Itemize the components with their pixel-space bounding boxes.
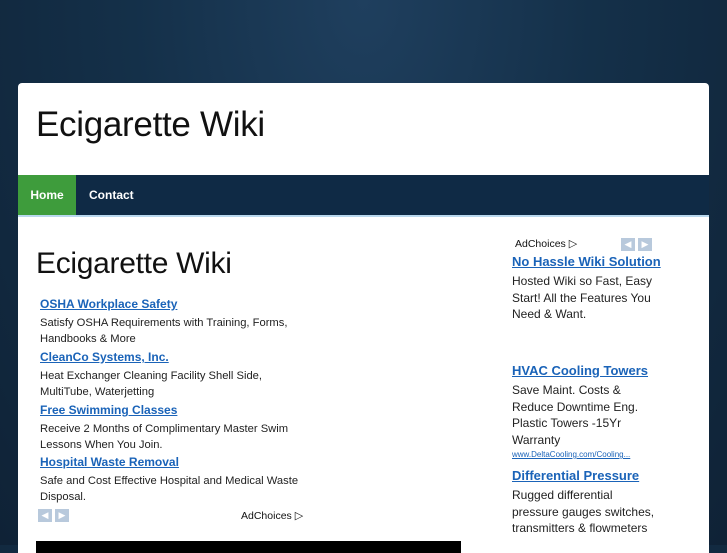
page-card: Ecigarette Wiki Home Contact Ecigarette …: [18, 83, 709, 553]
sidebar-ad-2-desc: Save Maint. Costs & Reduce Downtime Eng.…: [512, 383, 639, 447]
sidebar-adchoices[interactable]: AdChoices ▷: [515, 237, 578, 251]
sidebar-ad-3-desc: Rugged differential pressure gauges swit…: [512, 488, 655, 535]
main-ad-2: CleanCo Systems, Inc. Heat Exchanger Cle…: [40, 350, 310, 400]
main-ad-3-desc: Receive 2 Months of Complimentary Master…: [40, 423, 289, 451]
chevron-right-icon[interactable]: ▶: [55, 509, 69, 522]
chevron-left-icon[interactable]: ◀: [621, 238, 635, 251]
main-ad-4-link[interactable]: Hospital Waste Removal: [40, 455, 310, 470]
sidebar-ad-2-link[interactable]: HVAC Cooling Towers: [512, 362, 662, 380]
adchoices-triangle-icon: ▷: [294, 510, 304, 522]
main-ad-4: Hospital Waste Removal Safe and Cost Eff…: [40, 455, 310, 505]
sidebar-ad-1-link[interactable]: No Hassle Wiki Solution: [512, 253, 662, 271]
chevron-right-icon[interactable]: ▶: [638, 238, 652, 251]
site-title[interactable]: Ecigarette Wiki: [36, 105, 265, 145]
sidebar-ad-3: Differential Pressure Rugged differentia…: [512, 467, 662, 537]
sidebar-ad-1: No Hassle Wiki Solution Hosted Wiki so F…: [512, 253, 662, 323]
main-ad-3-link[interactable]: Free Swimming Classes: [40, 403, 310, 418]
main-ad-3: Free Swimming Classes Receive 2 Months o…: [40, 403, 310, 453]
main-adchoices[interactable]: AdChoices ▷: [241, 509, 304, 523]
nav-home-link[interactable]: Home: [18, 175, 76, 215]
main-adchoices-label: AdChoices: [241, 509, 292, 522]
page-title: Ecigarette Wiki: [36, 247, 232, 280]
sidebar-ad-pager: ◀ ▶: [621, 238, 652, 251]
sidebar-adchoices-label: AdChoices: [515, 237, 566, 250]
main-ad-1-link[interactable]: OSHA Workplace Safety: [40, 297, 310, 312]
chevron-left-icon[interactable]: ◀: [38, 509, 52, 522]
sidebar-ad-2-url[interactable]: www.DeltaCooling.com/Cooling...: [512, 450, 662, 459]
sidebar-ad-3-link[interactable]: Differential Pressure: [512, 467, 662, 485]
main-ad-1-desc: Satisfy OSHA Requirements with Training,…: [40, 317, 288, 345]
main-ad-2-desc: Heat Exchanger Cleaning Facility Shell S…: [40, 370, 263, 398]
main-ad-1: OSHA Workplace Safety Satisfy OSHA Requi…: [40, 297, 310, 347]
sidebar-ad-1-desc: Hosted Wiki so Fast, Easy Start! All the…: [512, 274, 653, 321]
main-ad-4-desc: Safe and Cost Effective Hospital and Med…: [40, 475, 299, 503]
media-embed[interactable]: [36, 541, 461, 553]
main-ad-pager: ◀ ▶: [38, 509, 69, 522]
nav-contact-link[interactable]: Contact: [89, 175, 134, 215]
main-ad-2-link[interactable]: CleanCo Systems, Inc.: [40, 350, 310, 365]
sidebar-ad-2: HVAC Cooling Towers Save Maint. Costs & …: [512, 362, 662, 459]
main-navbar: Home Contact: [18, 175, 709, 217]
adchoices-triangle-icon: ▷: [568, 238, 578, 250]
